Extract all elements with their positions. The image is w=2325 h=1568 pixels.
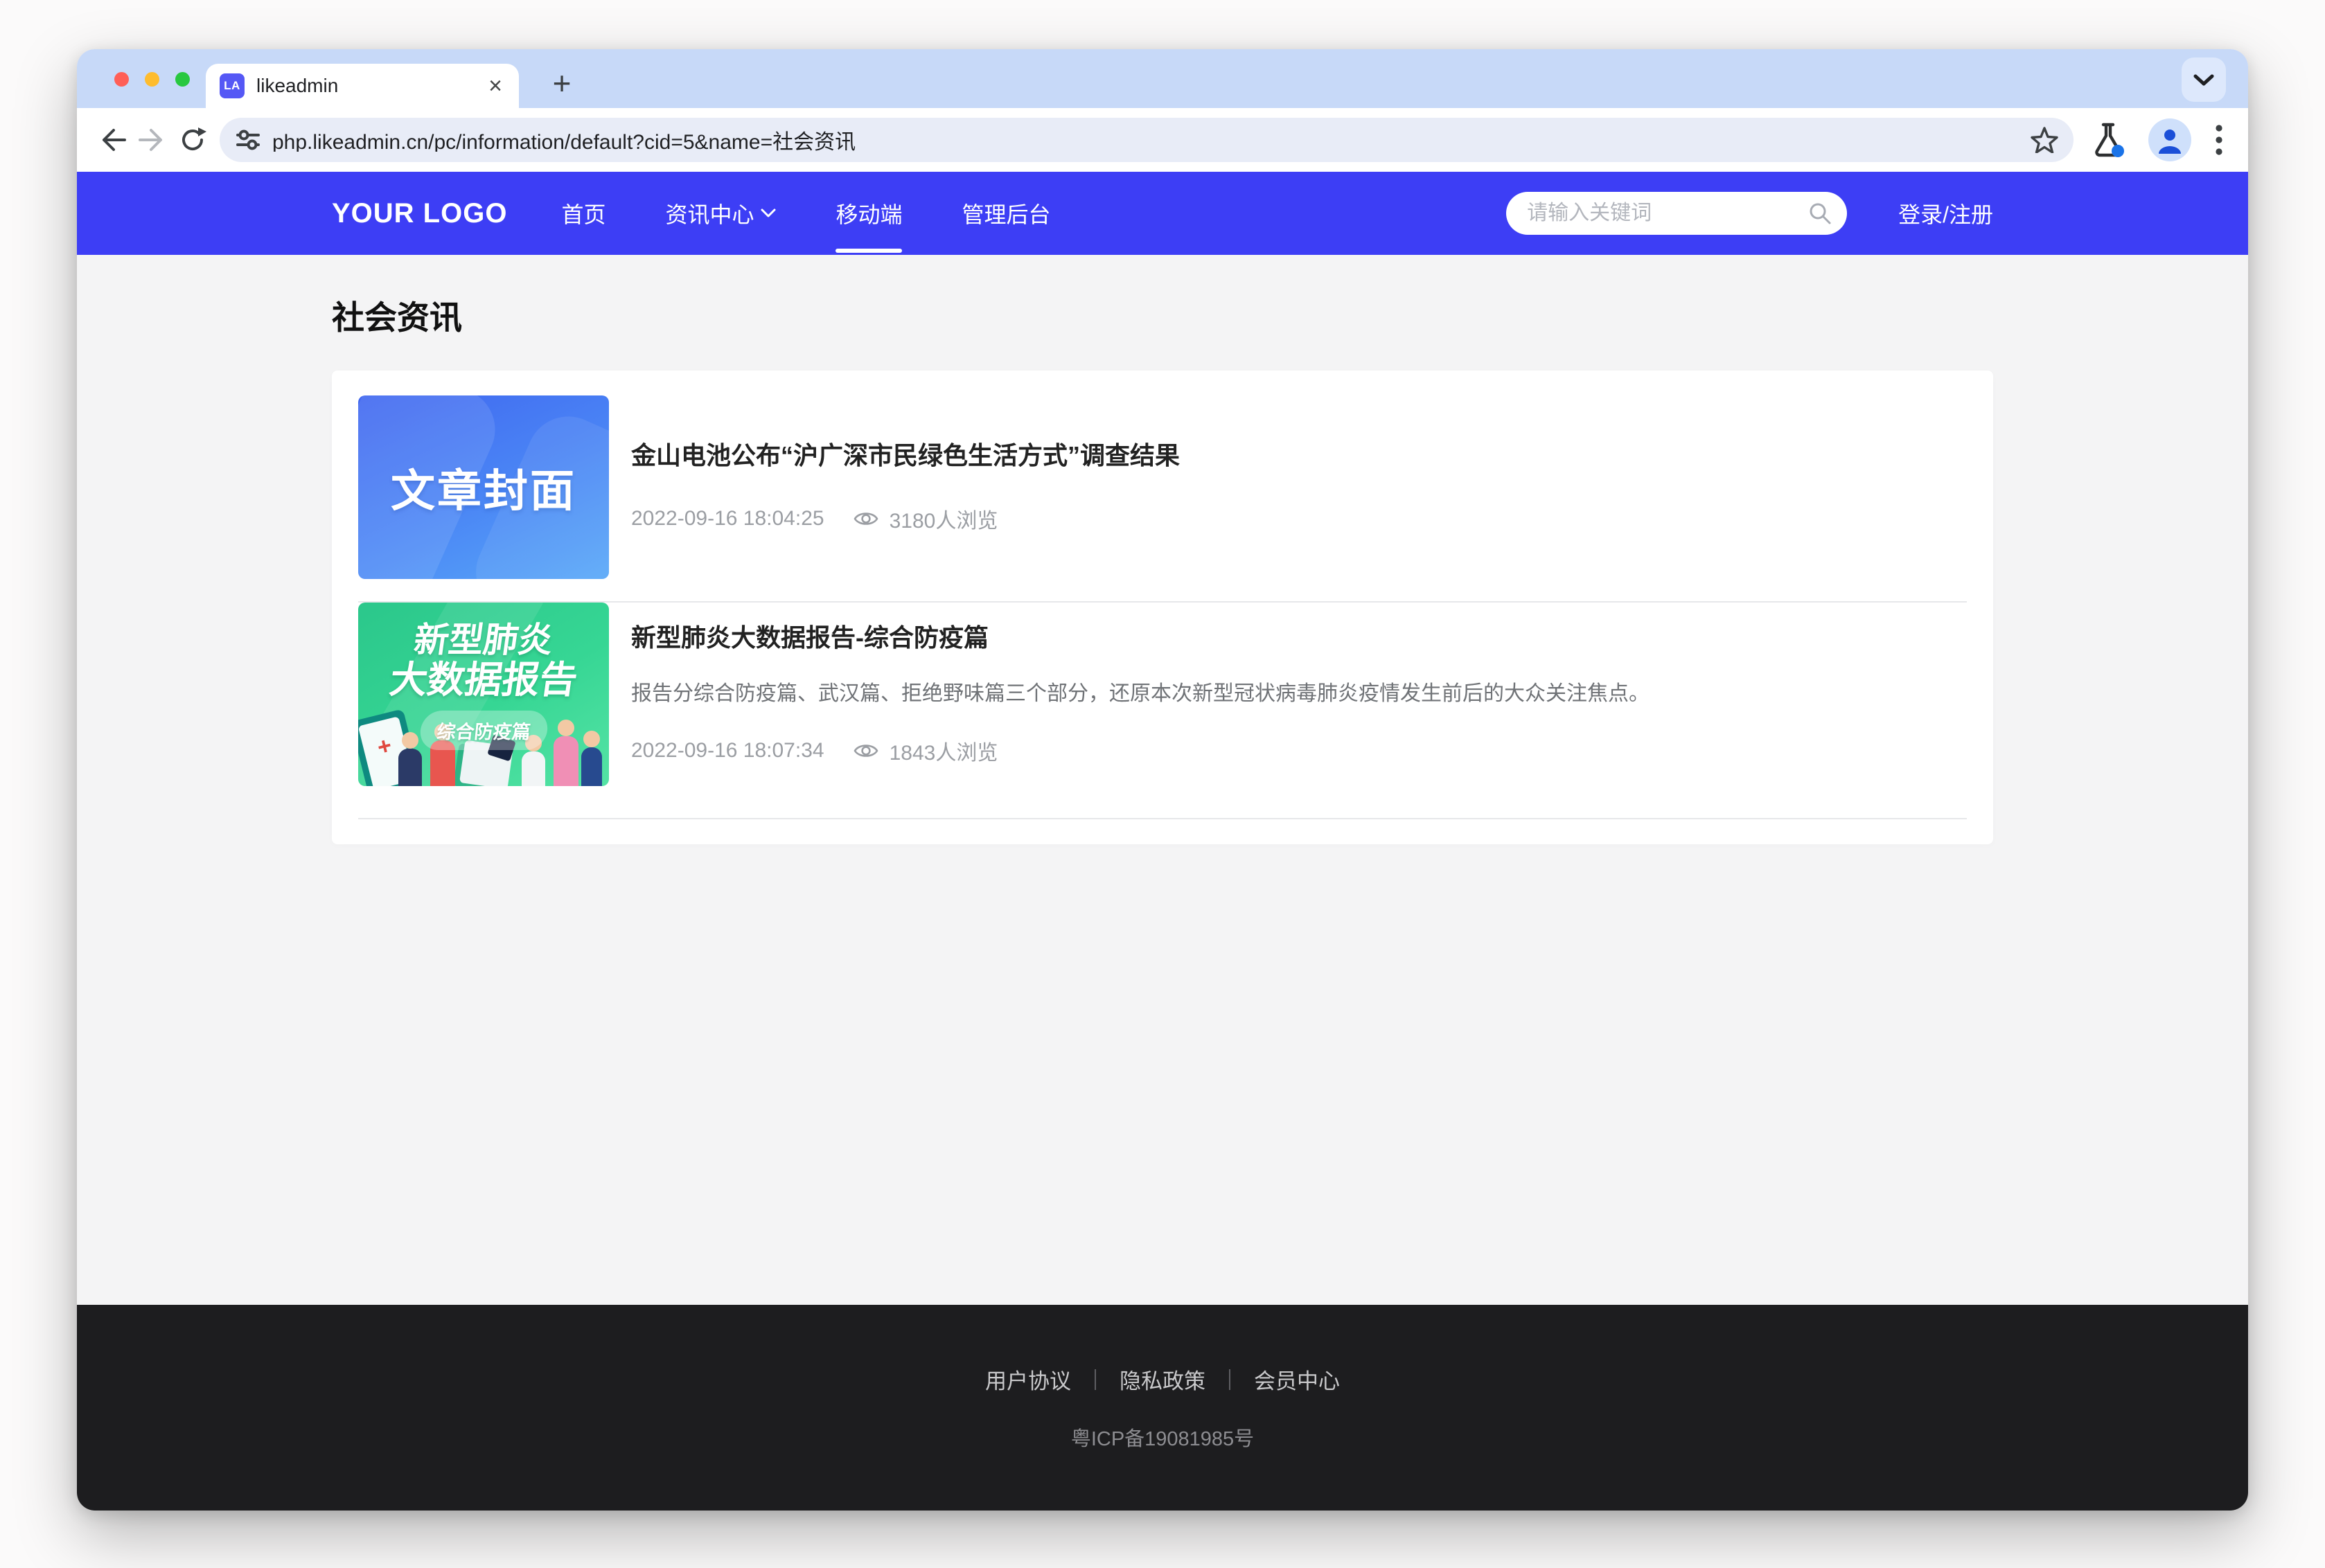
footer-divider — [1095, 1369, 1096, 1390]
search-input[interactable] — [1506, 202, 1847, 225]
forward-button[interactable] — [132, 120, 173, 160]
minimize-window-button[interactable] — [145, 72, 159, 87]
cover-badge: 综合防疫篇 — [418, 711, 549, 750]
article-title[interactable]: 新型肺炎大数据报告-综合防疫篇 — [631, 623, 1967, 652]
back-arrow-icon — [98, 127, 126, 152]
page-title: 社会资讯 — [332, 291, 1993, 339]
article-title[interactable]: 金山电池公布“沪广深市民绿色生活方式”调查结果 — [631, 440, 1967, 470]
article-description: 报告分综合防疫篇、武汉篇、拒绝野味篇三个部分，还原本次新型冠状病毒肺炎疫情发生前… — [631, 678, 1967, 709]
reload-button[interactable] — [173, 120, 213, 160]
kebab-menu-icon[interactable] — [2215, 124, 2223, 156]
article-row[interactable]: 文章封面 金山电池公布“沪广深市民绿色生活方式”调查结果 2022-09-16 … — [358, 395, 1967, 579]
new-tab-button[interactable]: + — [542, 64, 581, 103]
eye-icon — [854, 510, 878, 528]
site-navbar: YOUR LOGO 首页 资讯中心 移动端 — [77, 172, 2248, 255]
menu-item-admin[interactable]: 管理后台 — [962, 190, 1051, 236]
article-views: 1843人浏览 — [890, 736, 998, 766]
browser-tab[interactable]: LA likeadmin × — [206, 64, 519, 108]
footer-links: 用户协议 隐私政策 会员中心 — [980, 1364, 1345, 1395]
window-controls — [114, 72, 190, 87]
address-bar[interactable] — [220, 118, 2074, 162]
reload-icon — [179, 126, 206, 154]
main-menu: 首页 资讯中心 移动端 管理后台 — [561, 190, 1050, 236]
footer-divider — [1229, 1369, 1230, 1390]
browser-window: LA likeadmin × + — [77, 49, 2248, 1511]
tab-close-icon[interactable]: × — [486, 74, 505, 98]
article-list-card: 文章封面 金山电池公布“沪广深市民绿色生活方式”调查结果 2022-09-16 … — [332, 371, 1993, 844]
site-search — [1506, 192, 1847, 235]
chevron-down-icon — [2193, 73, 2214, 86]
article-row[interactable]: + 新型肺炎 大数据报告 — [358, 603, 1967, 786]
article-divider — [358, 818, 1967, 819]
toolbar-actions — [2092, 118, 2227, 161]
menu-item-label: 移动端 — [836, 197, 902, 229]
forward-arrow-icon — [139, 127, 166, 152]
page-content: 社会资讯 文章封面 金山电池公布“沪广深市民绿色生活方式”调查结果 2022-0… — [77, 255, 2248, 1305]
profile-avatar[interactable] — [2148, 118, 2191, 161]
cover-line2: 大数据报告 — [387, 659, 580, 701]
tab-title: likeadmin — [256, 75, 486, 97]
menu-item-label: 资讯中心 — [665, 197, 754, 229]
article-meta: 2022-09-16 18:04:25 3180人浏览 — [631, 504, 1967, 534]
site-settings-tune-icon — [236, 130, 260, 150]
tab-search-chevron-button[interactable] — [2182, 57, 2226, 102]
article-cover-image[interactable]: 文章封面 — [358, 395, 609, 579]
browser-toolbar — [77, 108, 2248, 172]
close-window-button[interactable] — [114, 72, 129, 87]
maximize-window-button[interactable] — [175, 72, 190, 87]
active-tab-underline — [836, 249, 902, 253]
article-meta: 2022-09-16 18:07:34 1843人浏览 — [631, 736, 1967, 766]
article-body: 金山电池公布“沪广深市民绿色生活方式”调查结果 2022-09-16 18:04… — [631, 395, 1967, 579]
menu-item-label: 首页 — [561, 197, 605, 229]
eye-icon — [854, 742, 878, 760]
site-footer: 用户协议 隐私政策 会员中心 粤ICP备19081985号 — [77, 1305, 2248, 1511]
url-input[interactable] — [272, 128, 2031, 152]
menu-item-home[interactable]: 首页 — [561, 190, 605, 236]
menu-item-news-center[interactable]: 资讯中心 — [665, 190, 776, 236]
article-date: 2022-09-16 18:04:25 — [631, 507, 824, 531]
footer-link-member-center[interactable]: 会员中心 — [1248, 1364, 1345, 1395]
back-button[interactable] — [92, 120, 132, 160]
footer-link-user-agreement[interactable]: 用户协议 — [980, 1364, 1077, 1395]
search-icon[interactable] — [1808, 202, 1832, 225]
article-body: 新型肺炎大数据报告-综合防疫篇 报告分综合防疫篇、武汉篇、拒绝野味篇三个部分，还… — [631, 603, 1967, 786]
chevron-down-icon — [761, 208, 776, 218]
article-date: 2022-09-16 18:07:34 — [631, 739, 824, 763]
article-views: 3180人浏览 — [890, 504, 998, 534]
menu-item-label: 管理后台 — [962, 197, 1051, 229]
site-favicon: LA — [220, 73, 245, 98]
article-cover-image[interactable]: + 新型肺炎 大数据报告 — [358, 603, 609, 786]
bookmark-star-icon[interactable] — [2031, 127, 2058, 153]
cover-caption: 文章封面 — [358, 395, 609, 579]
login-register-link[interactable]: 登录/注册 — [1898, 197, 1993, 229]
person-icon — [2156, 126, 2184, 154]
desktop-background: LA likeadmin × + — [0, 0, 2325, 1568]
browser-tab-strip: LA likeadmin × + — [77, 49, 2248, 108]
icp-registration: 粤ICP备19081985号 — [1071, 1423, 1254, 1452]
footer-link-privacy-policy[interactable]: 隐私政策 — [1114, 1364, 1211, 1395]
cover-caption: 新型肺炎 大数据报告 综合防疫篇 — [358, 603, 609, 786]
menu-item-mobile[interactable]: 移动端 — [836, 190, 902, 236]
cover-line1: 新型肺炎 — [412, 621, 556, 659]
site-logo[interactable]: YOUR LOGO — [332, 198, 507, 229]
experiments-flask-icon[interactable] — [2092, 122, 2125, 158]
